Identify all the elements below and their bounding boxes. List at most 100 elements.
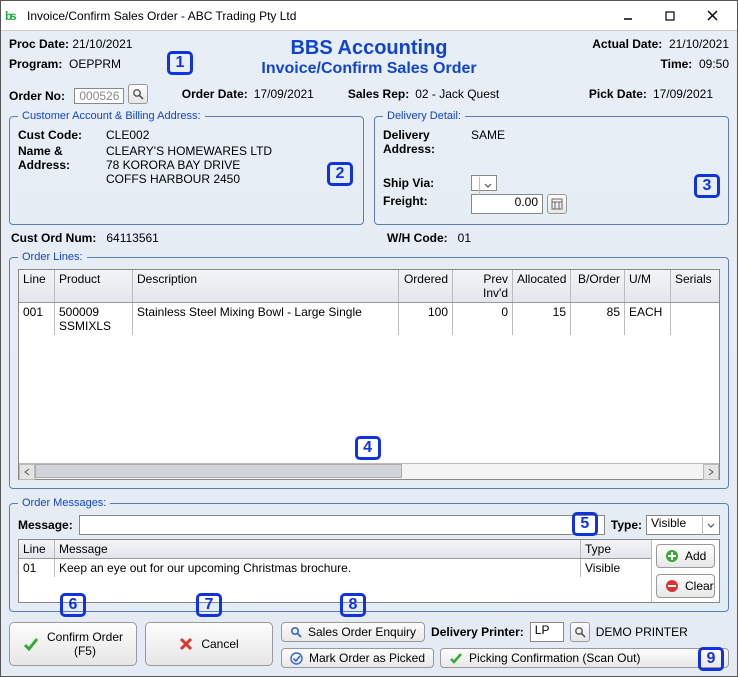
mark-order-picked-button[interactable]: Mark Order as Picked — [281, 648, 434, 668]
delivery-printer-lookup-button[interactable] — [570, 622, 590, 642]
window-title: Invoice/Confirm Sales Order - ABC Tradin… — [27, 9, 607, 23]
delivery-addr-label: DeliveryAddress: — [383, 128, 471, 156]
pick-date-label: Pick Date: — [589, 87, 647, 101]
delivery-panel: Delivery Detail: DeliveryAddress: SAME S… — [374, 110, 729, 225]
type-value: Visible — [651, 516, 686, 530]
svg-text:s: s — [10, 9, 17, 23]
col-um[interactable]: U/M — [625, 270, 671, 302]
msg-col-message[interactable]: Message — [55, 540, 581, 558]
check-icon — [23, 636, 39, 652]
page-subtitle: Invoice/Confirm Sales Order — [209, 60, 529, 78]
add-label: Add — [685, 549, 706, 563]
delivery-addr-value: SAME — [471, 128, 505, 142]
horizontal-scrollbar[interactable] — [19, 463, 719, 479]
col-serials[interactable]: Serials — [671, 270, 719, 302]
add-message-button[interactable]: Add — [656, 544, 715, 568]
maximize-button[interactable] — [649, 2, 691, 30]
wh-code-value: 01 — [458, 231, 471, 245]
order-no-lookup-button[interactable] — [128, 84, 148, 104]
plus-icon — [665, 549, 679, 563]
close-button[interactable] — [691, 2, 733, 30]
message-input[interactable]: 5 — [79, 515, 605, 535]
client-area: Proc Date: 21/10/2021 Program: OEPPRM BB… — [1, 31, 737, 676]
scan-out-label: Picking Confirmation (Scan Out) — [469, 651, 640, 665]
callout-3: 3 — [694, 174, 720, 198]
program-label: Program: — [9, 57, 62, 71]
msg-row[interactable]: 01 Keep an eye out for our upcoming Chri… — [19, 559, 651, 577]
cell-bo: 85 — [571, 303, 625, 335]
msg-cell-msg: Keep an eye out for our upcoming Christm… — [55, 559, 581, 577]
cancel-label: Cancel — [201, 637, 238, 651]
col-product[interactable]: Product — [55, 270, 133, 302]
callout-4: 4 — [355, 436, 381, 460]
ship-via-dropdown-button[interactable] — [479, 177, 496, 195]
delivery-legend: Delivery Detail: — [383, 110, 465, 122]
confirm-order-button[interactable]: Confirm Order (F5) 6 — [9, 622, 137, 666]
extra-row: Cust Ord Num:64113561 W/H Code:01 — [11, 231, 727, 245]
order-bar: Order No: 000526 Order Date:17/09/2021 S… — [9, 84, 729, 104]
scroll-right-button[interactable] — [703, 464, 719, 480]
callout-9: 9 — [698, 647, 724, 671]
order-date-value: 17/09/2021 — [254, 87, 314, 101]
cell-product: 500009 SSMIXLS — [55, 303, 133, 335]
time-value: 09:50 — [699, 57, 729, 71]
actual-date-value: 21/10/2021 — [669, 37, 729, 51]
scroll-thumb[interactable] — [35, 464, 402, 478]
titlebar: bs Invoice/Confirm Sales Order - ABC Tra… — [1, 1, 737, 31]
col-desc[interactable]: Description — [133, 270, 399, 302]
check-icon-2 — [449, 651, 463, 665]
customer-panel: Customer Account & Billing Address: Cust… — [9, 110, 364, 225]
name-addr-value: CLEARY'S HOMEWARES LTD 78 KORORA BAY DRI… — [106, 144, 355, 186]
sales-rep-label: Sales Rep: — [348, 87, 409, 101]
type-select[interactable]: Visible — [646, 515, 720, 535]
col-line[interactable]: Line — [19, 270, 55, 302]
callout-6: 6 — [60, 593, 86, 617]
clear-message-button[interactable]: Clear — [656, 574, 715, 598]
col-allocated[interactable]: Allocated — [513, 270, 571, 302]
sales-rep-value: 02 - Jack Quest — [415, 87, 499, 101]
col-border[interactable]: B/Order — [571, 270, 625, 302]
clear-label: Clear — [685, 579, 714, 593]
freight-input[interactable]: 0.00 — [471, 194, 543, 214]
cell-alloc: 15 — [513, 303, 571, 335]
col-prev-invd[interactable]: Prev Inv'd — [453, 270, 513, 302]
type-dropdown-button[interactable] — [702, 517, 718, 535]
delivery-printer-label: Delivery Printer: — [431, 625, 524, 639]
picking-confirmation-button[interactable]: Picking Confirmation (Scan Out) 9 — [440, 648, 729, 668]
message-label: Message: — [18, 518, 73, 532]
x-icon — [179, 637, 193, 651]
cust-ord-value: 64113561 — [106, 231, 159, 245]
order-lines-legend: Order Lines: — [18, 251, 87, 263]
sales-order-enquiry-button[interactable]: Sales Order Enquiry 8 — [281, 622, 425, 642]
msg-col-type[interactable]: Type — [581, 540, 651, 558]
freight-label: Freight: — [383, 194, 471, 214]
order-messages-panel: Order Messages: Message: 5 Type: Visible — [9, 497, 729, 612]
minimize-button[interactable] — [607, 2, 649, 30]
proc-date-value: 21/10/2021 — [72, 37, 132, 51]
type-label: Type: — [611, 518, 642, 532]
callout-2: 2 — [327, 162, 353, 186]
freight-calc-button[interactable] — [547, 194, 567, 214]
search-icon — [290, 626, 302, 638]
button-row: Confirm Order (F5) 6 Cancel 7 Sales Orde… — [9, 622, 729, 668]
soe-label: Sales Order Enquiry — [308, 625, 416, 639]
cell-line: 001 — [19, 303, 55, 335]
customer-legend: Customer Account & Billing Address: — [18, 110, 205, 122]
cust-name: CLEARY'S HOMEWARES LTD — [106, 144, 355, 158]
cancel-button[interactable]: Cancel 7 — [145, 622, 273, 666]
delivery-printer-input[interactable]: LP — [530, 622, 564, 642]
check-circle-icon — [290, 652, 303, 665]
msg-col-line[interactable]: Line — [19, 540, 55, 558]
col-ordered[interactable]: Ordered — [399, 270, 453, 302]
messages-grid: Line Message Type 01 Keep an eye out for… — [18, 539, 720, 603]
name-addr-label: Name &Address: — [18, 144, 106, 172]
order-no-label: Order No: — [9, 89, 65, 103]
msg-cell-line: 01 — [19, 559, 55, 577]
grid-row[interactable]: 001 500009 SSMIXLS Stainless Steel Mixin… — [19, 303, 719, 335]
order-no-input[interactable]: 000526 — [74, 88, 124, 104]
scroll-left-button[interactable] — [19, 464, 35, 480]
delivery-printer-name: DEMO PRINTER — [596, 625, 688, 639]
scroll-track[interactable] — [35, 464, 703, 479]
app-icon: bs — [5, 8, 21, 24]
cell-desc: Stainless Steel Mixing Bowl - Large Sing… — [133, 303, 399, 335]
